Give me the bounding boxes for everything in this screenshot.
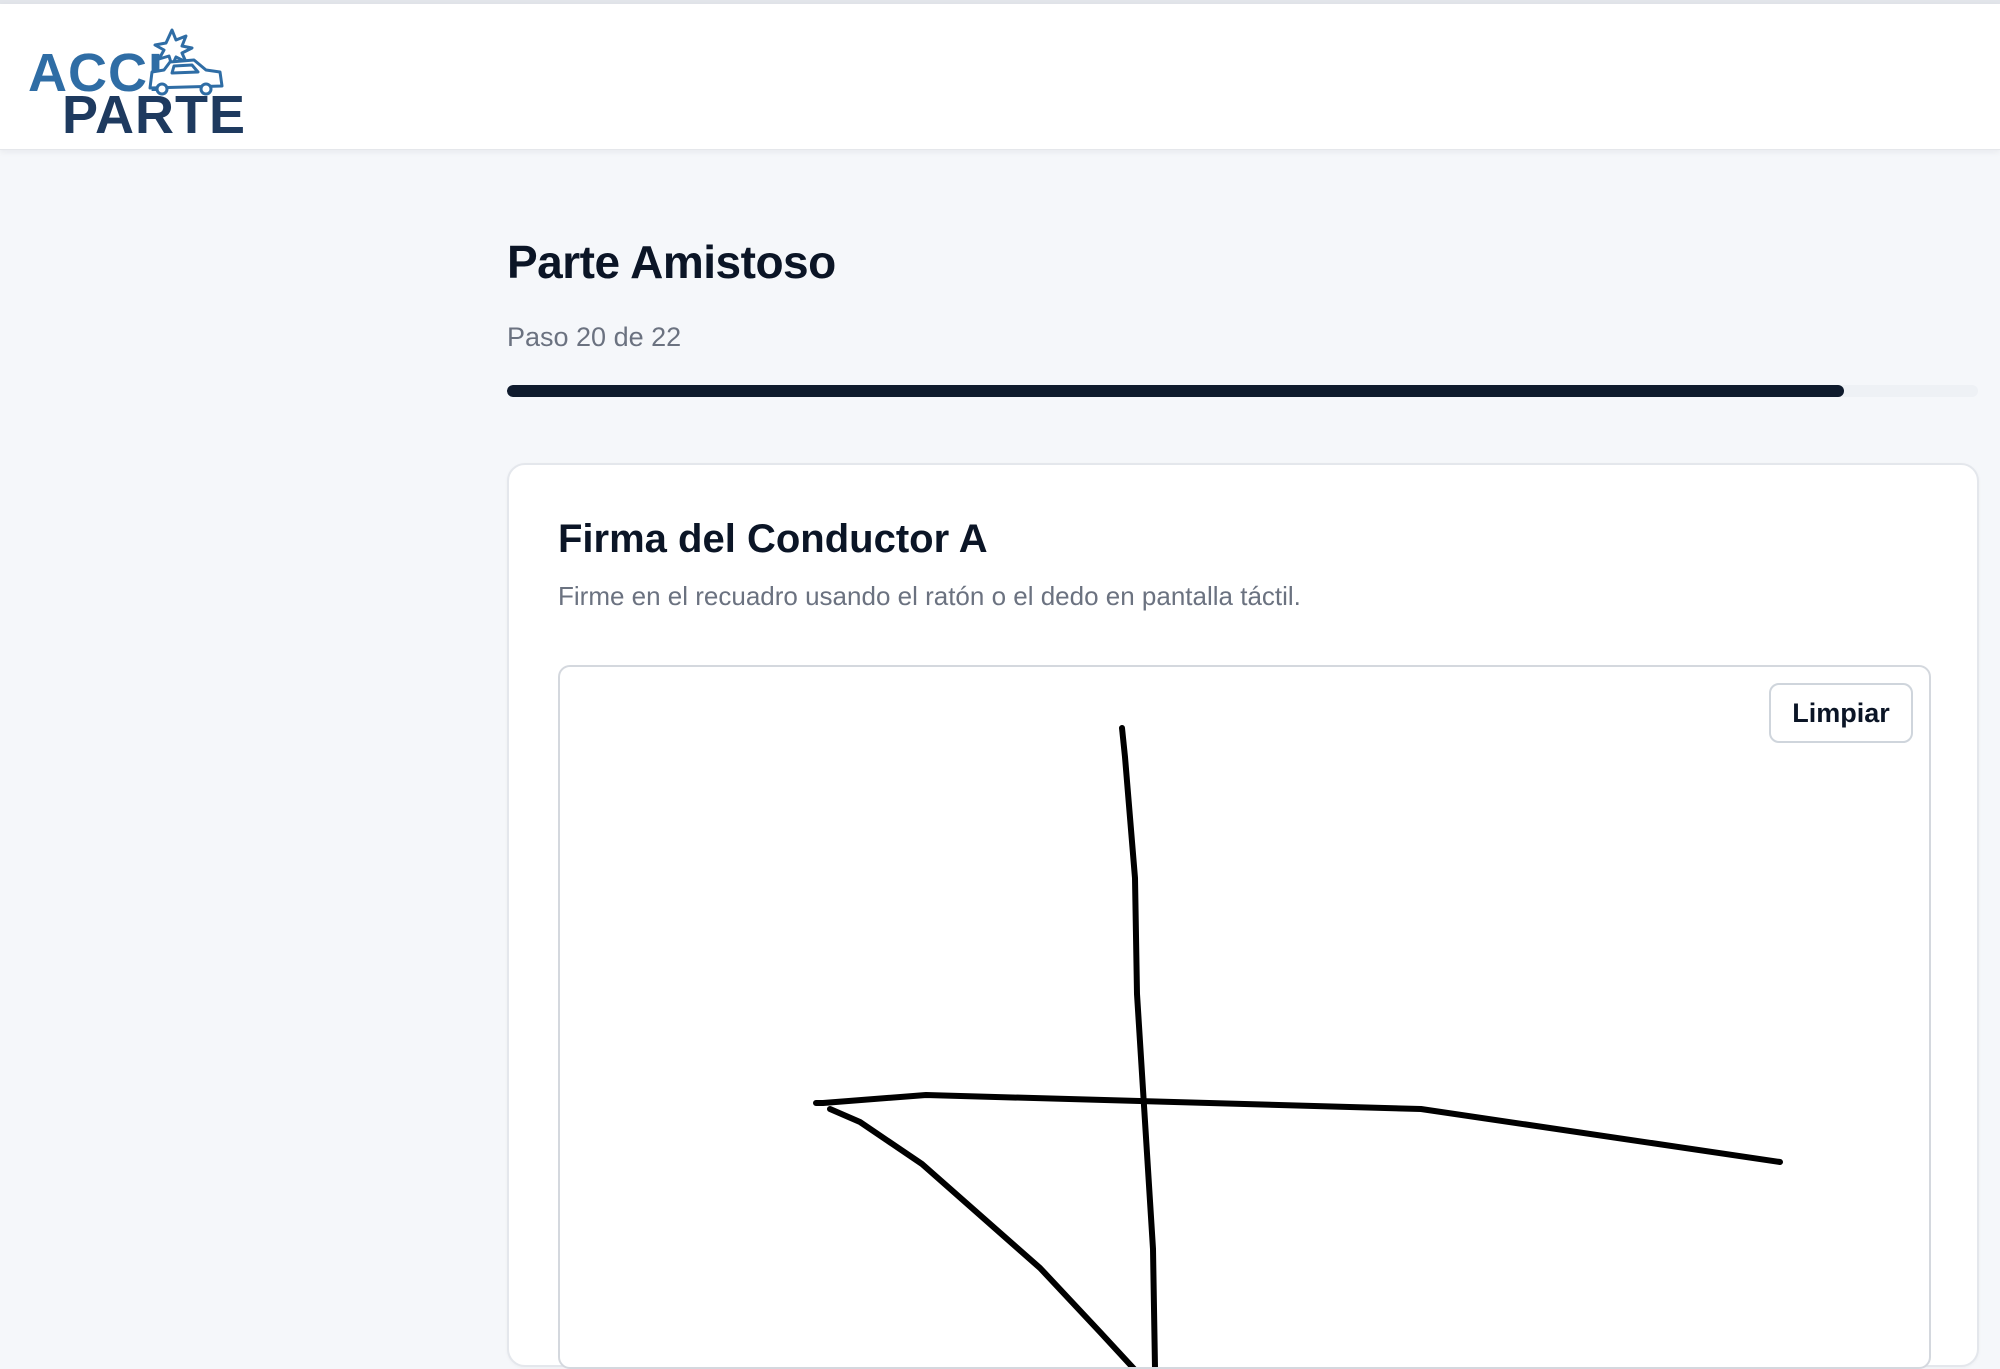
- signature-card-description: Firme en el recuadro usando el ratón o e…: [558, 581, 1301, 611]
- page-title: Parte Amistoso: [507, 236, 836, 288]
- signature-stroke-horizontal: [813, 1092, 1783, 1165]
- signature-strokes: [813, 725, 1783, 1367]
- progress-bar: [507, 385, 1978, 397]
- app-header: ACCI PARTE: [0, 4, 2000, 150]
- progress-bar-fill: [507, 385, 1845, 397]
- signature-card-title: Firma del Conductor A: [558, 517, 988, 561]
- signature-card: Firma del Conductor A Firme en el recuad…: [507, 463, 1979, 1369]
- signature-pad[interactable]: Limpiar: [558, 665, 1931, 1369]
- step-indicator: Paso 20 de 22: [507, 322, 682, 352]
- signature-stroke-diagonal: [827, 1106, 1137, 1367]
- acciparte-logo[interactable]: ACCI PARTE: [26, 24, 245, 142]
- signature-canvas[interactable]: [560, 667, 1929, 1367]
- car-crash-icon: [148, 28, 224, 96]
- clear-signature-button[interactable]: Limpiar: [1769, 683, 1913, 743]
- signature-stroke-vertical: [1119, 725, 1158, 1367]
